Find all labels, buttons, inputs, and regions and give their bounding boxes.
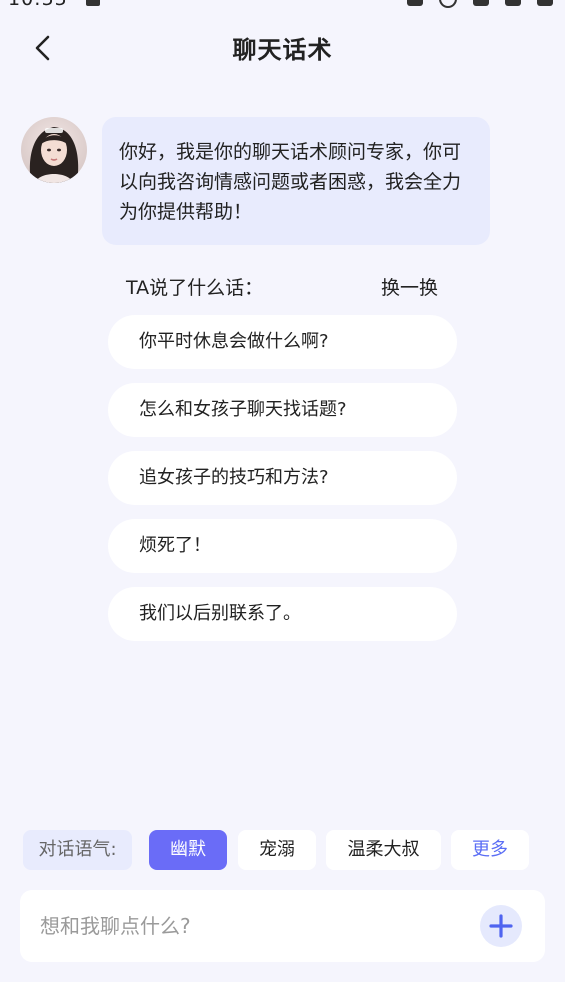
suggestion-item[interactable]: 你平时休息会做什么啊?	[108, 315, 457, 369]
status-bar: 10:55	[0, 0, 565, 8]
status-time: 10:55	[8, 0, 68, 8]
suggestion-list: 你平时休息会做什么啊? 怎么和女孩子聊天找话题? 追女孩子的技巧和方法? 烦死了…	[108, 315, 457, 655]
battery-icon	[537, 0, 553, 6]
signal-icon	[505, 0, 521, 6]
plus-icon	[489, 914, 513, 938]
tone-label: 对话语气:	[23, 830, 132, 870]
refresh-suggestions-button[interactable]: 换一换	[381, 273, 438, 300]
chat-input-bar	[20, 890, 545, 962]
suggestion-item[interactable]: 追女孩子的技巧和方法?	[108, 451, 457, 505]
sim-icon	[86, 0, 100, 6]
bot-avatar	[21, 117, 87, 183]
suggestions-label: TA说了什么话：	[126, 277, 264, 299]
tone-option-humor[interactable]: 幽默	[149, 830, 227, 870]
bot-message-bubble: 你好，我是你的聊天话术顾问专家，你可以向我咨询情感问题或者困惑，我会全力为你提供…	[102, 117, 490, 245]
page-title: 聊天话术	[232, 36, 333, 64]
tone-option-gentle-uncle[interactable]: 温柔大叔	[326, 830, 441, 870]
header: 聊天话术	[0, 20, 565, 76]
suggestion-item[interactable]: 烦死了！	[108, 519, 457, 573]
wifi-icon	[473, 0, 489, 6]
tone-option-doting[interactable]: 宠溺	[238, 830, 316, 870]
alarm-icon	[439, 0, 457, 8]
suggestion-item[interactable]: 我们以后别联系了。	[108, 587, 457, 641]
suggestion-item[interactable]: 怎么和女孩子聊天找话题?	[108, 383, 457, 437]
add-button[interactable]	[480, 905, 522, 947]
mute-icon	[407, 0, 423, 6]
chat-input[interactable]	[40, 906, 460, 946]
status-icons	[407, 0, 553, 8]
tone-more-button[interactable]: 更多	[451, 830, 529, 870]
